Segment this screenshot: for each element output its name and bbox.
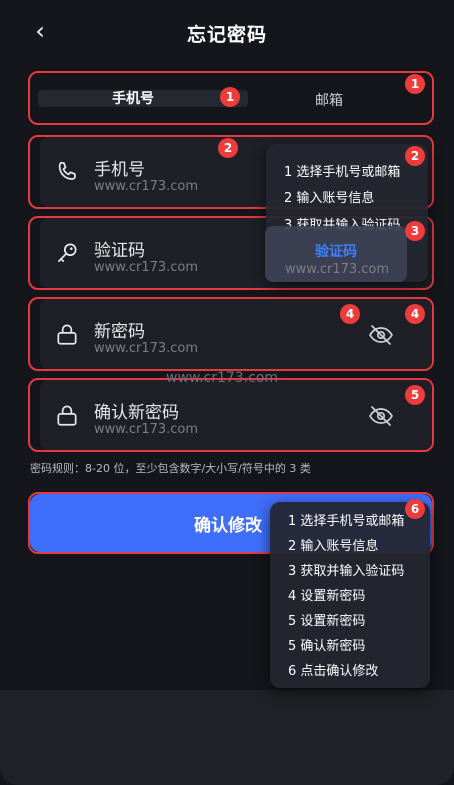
step-badge: 5	[405, 385, 425, 405]
new-password-label: 新密码	[94, 322, 145, 342]
step-badge: 1	[220, 87, 240, 107]
step-badge: 2	[218, 138, 238, 158]
step-badge: 1	[405, 74, 425, 94]
tooltip-large-line: 4 设置新密码	[288, 589, 366, 604]
tooltip-large-line: 1 选择手机号或邮箱	[288, 514, 405, 529]
tooltip-large-line: 5 确认新密码	[288, 639, 366, 654]
phone-icon	[58, 161, 76, 180]
step-badge: 2	[405, 146, 425, 166]
eye-off-icon[interactable]	[368, 404, 394, 428]
eye-off-icon[interactable]	[368, 323, 394, 347]
step-badge: 4	[340, 304, 360, 324]
tooltip-small-line: 1 选择手机号或邮箱	[284, 165, 401, 180]
tab-email[interactable]: 邮箱	[315, 90, 343, 110]
center-watermark: www.cr173.com	[166, 370, 279, 386]
steps-tooltip-large: 1 选择手机号或邮箱 2 输入账号信息 3 获取并输入验证码 4 设置新密码 5…	[270, 502, 430, 688]
password-rules: 密码规则：8-20 位，至少包含数字/大小写/符号中的 3 类	[30, 462, 311, 475]
tooltip-large-line: 5 设置新密码	[288, 614, 366, 629]
lock-icon	[57, 405, 77, 426]
screen: ‹ 忘记密码 手机号 邮箱 手机号 www.cr173.com 验证码 www.…	[0, 0, 454, 785]
tab-phone[interactable]: 手机号	[112, 88, 154, 108]
confirm-password-field[interactable]: 确认新密码 www.cr173.com	[40, 380, 432, 450]
confirm-password-watermark: www.cr173.com	[94, 422, 199, 437]
page-title: 忘记密码	[186, 24, 267, 46]
lock-icon	[57, 324, 77, 345]
confirm-button-label: 确认修改	[194, 516, 262, 536]
step-badge: 3	[405, 221, 425, 241]
phone-watermark: www.cr173.com	[94, 179, 199, 194]
key-icon	[58, 243, 77, 262]
phone-label: 手机号	[94, 160, 145, 180]
confirm-password-label: 确认新密码	[94, 403, 179, 423]
header: ‹ 忘记密码	[0, 0, 454, 64]
get-code-watermark: www.cr173.com	[285, 262, 390, 277]
tooltip-large-line: 2 输入账号信息	[288, 539, 379, 554]
code-label: 验证码	[94, 241, 145, 261]
code-watermark: www.cr173.com	[94, 260, 199, 275]
get-code-label: 验证码	[315, 244, 357, 260]
tooltip-large-line: 6 点击确认修改	[288, 664, 379, 679]
tooltip-small-line: 2 输入账号信息	[284, 191, 375, 206]
bottom-panel	[0, 690, 454, 785]
new-password-watermark: www.cr173.com	[94, 341, 199, 356]
step-badge: 4	[405, 304, 425, 324]
get-code-button-overlay[interactable]: 验证码 www.cr173.com	[265, 226, 407, 282]
step-badge: 6	[405, 499, 425, 519]
tooltip-large-line: 3 获取并输入验证码	[288, 564, 405, 579]
new-password-field[interactable]: 新密码 www.cr173.com	[40, 299, 432, 369]
